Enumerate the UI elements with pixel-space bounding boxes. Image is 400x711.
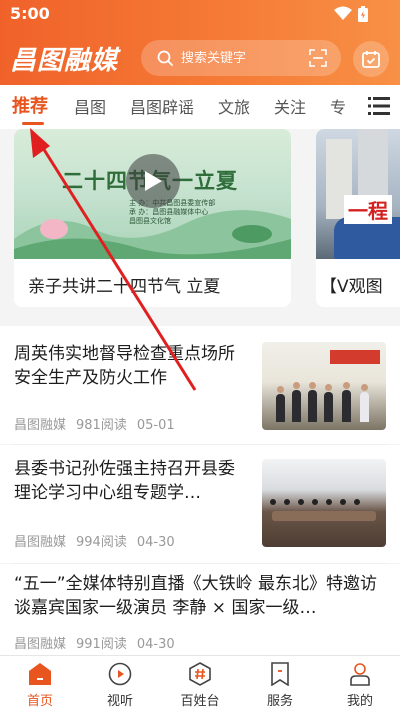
battery-icon (358, 6, 368, 22)
news-meta: 昌图融媒 994阅读 04-30 (14, 531, 185, 550)
bottom-navigation: 首页 视听 百姓台 服务 我的 (0, 655, 400, 711)
calendar-check-icon (362, 51, 380, 68)
status-icons (334, 6, 368, 22)
tab-changtu[interactable]: 昌图 (74, 94, 106, 118)
news-source: 昌图融媒 (14, 535, 67, 550)
user-icon (350, 663, 370, 686)
featured-card-title: 【V观图 (320, 277, 383, 297)
nav-label: 我的 (346, 694, 373, 709)
wifi-icon (334, 6, 352, 20)
tab-follow[interactable]: 关注 (274, 94, 306, 118)
nav-home[interactable]: 首页 (0, 656, 80, 711)
featured-card[interactable]: 一程 【V观图 (316, 129, 400, 307)
nav-label: 百姓台 (180, 694, 220, 709)
news-title: 周英伟实地督导检查重点场所安全生产及防火工作 (14, 344, 235, 388)
app-header: 5:00 昌图融媒 (0, 0, 400, 85)
news-date: 04-30 (136, 535, 175, 550)
menu-icon[interactable] (368, 96, 390, 116)
news-image (262, 342, 386, 430)
news-list-item[interactable]: 周英伟实地督导检查重点场所安全生产及防火工作 昌图融媒 981阅读 05-01 (0, 326, 400, 444)
video-thumbnail: 二十四节气一立夏 主 办：中共昌图县委宣传部 承 办：昌图县融媒体中心 昌图县文… (14, 129, 291, 259)
status-time: 5:00 (10, 4, 50, 23)
thumbnail-sign: 一程 (344, 195, 392, 224)
app-logo: 昌图融媒 (10, 46, 119, 76)
bookmark-icon (271, 662, 289, 686)
home-icon (29, 663, 51, 685)
news-image (262, 459, 386, 547)
tab-rumor-refute[interactable]: 昌图辟谣 (130, 94, 194, 118)
tab-culture-tourism[interactable]: 文旅 (218, 94, 250, 118)
search-icon (157, 50, 173, 66)
channel-tabs: 推荐 昌图 昌图辟谣 文旅 关注 专 (0, 85, 400, 129)
nav-service[interactable]: 服务 (240, 656, 320, 711)
news-read-count: 994阅读 (76, 535, 127, 550)
news-source: 昌图融媒 (14, 418, 67, 433)
hashtag-icon (189, 662, 211, 686)
scan-icon[interactable] (309, 49, 327, 67)
nav-community[interactable]: 百姓台 (160, 656, 240, 711)
play-button[interactable] (126, 154, 180, 208)
play-circle-icon (108, 662, 132, 686)
nav-label: 服务 (266, 694, 293, 709)
news-list-item[interactable]: “五一”全媒体特别直播《大铁岭 最东北》特邀访谈嘉宾国家一级演员 李静 × 国家… (0, 564, 400, 655)
tab-special[interactable]: 专 (330, 94, 346, 118)
news-read-count: 981阅读 (76, 418, 127, 433)
news-date: 05-01 (136, 418, 175, 433)
news-title: “五一”全媒体特别直播《大铁岭 最东北》特邀访谈嘉宾国家一级演员 李静 × 国家… (14, 574, 378, 618)
news-thumbnail: 一程 (316, 129, 400, 259)
news-list-item[interactable]: 县委书记孙佐强主持召开县委理论学习中心组专题学… 昌图融媒 994阅读 04-30 (0, 445, 400, 563)
nav-label: 视听 (106, 694, 133, 709)
news-title: 县委书记孙佐强主持召开县委理论学习中心组专题学… (14, 459, 235, 503)
search-input[interactable] (181, 50, 301, 66)
featured-card[interactable]: 二十四节气一立夏 主 办：中共昌图县委宣传部 承 办：昌图县融媒体中心 昌图县文… (14, 129, 291, 307)
search-bar[interactable] (141, 40, 341, 76)
tab-recommend[interactable]: 推荐 (12, 92, 48, 118)
news-source: 昌图融媒 (14, 637, 67, 652)
featured-carousel: 二十四节气一立夏 主 办：中共昌图县委宣传部 承 办：昌图县融媒体中心 昌图县文… (0, 129, 400, 326)
status-bar: 5:00 (0, 0, 400, 28)
play-icon (145, 171, 162, 191)
news-read-count: 991阅读 (76, 637, 127, 652)
news-meta: 昌图融媒 991阅读 04-30 (14, 633, 185, 652)
news-meta: 昌图融媒 981阅读 05-01 (14, 414, 185, 433)
calendar-button[interactable] (353, 41, 389, 77)
featured-card-title: 亲子共讲二十四节气 立夏 (28, 277, 221, 297)
active-tab-indicator (22, 122, 44, 125)
nav-profile[interactable]: 我的 (320, 656, 400, 711)
nav-label: 首页 (26, 694, 53, 709)
nav-video[interactable]: 视听 (80, 656, 160, 711)
news-date: 04-30 (136, 637, 175, 652)
